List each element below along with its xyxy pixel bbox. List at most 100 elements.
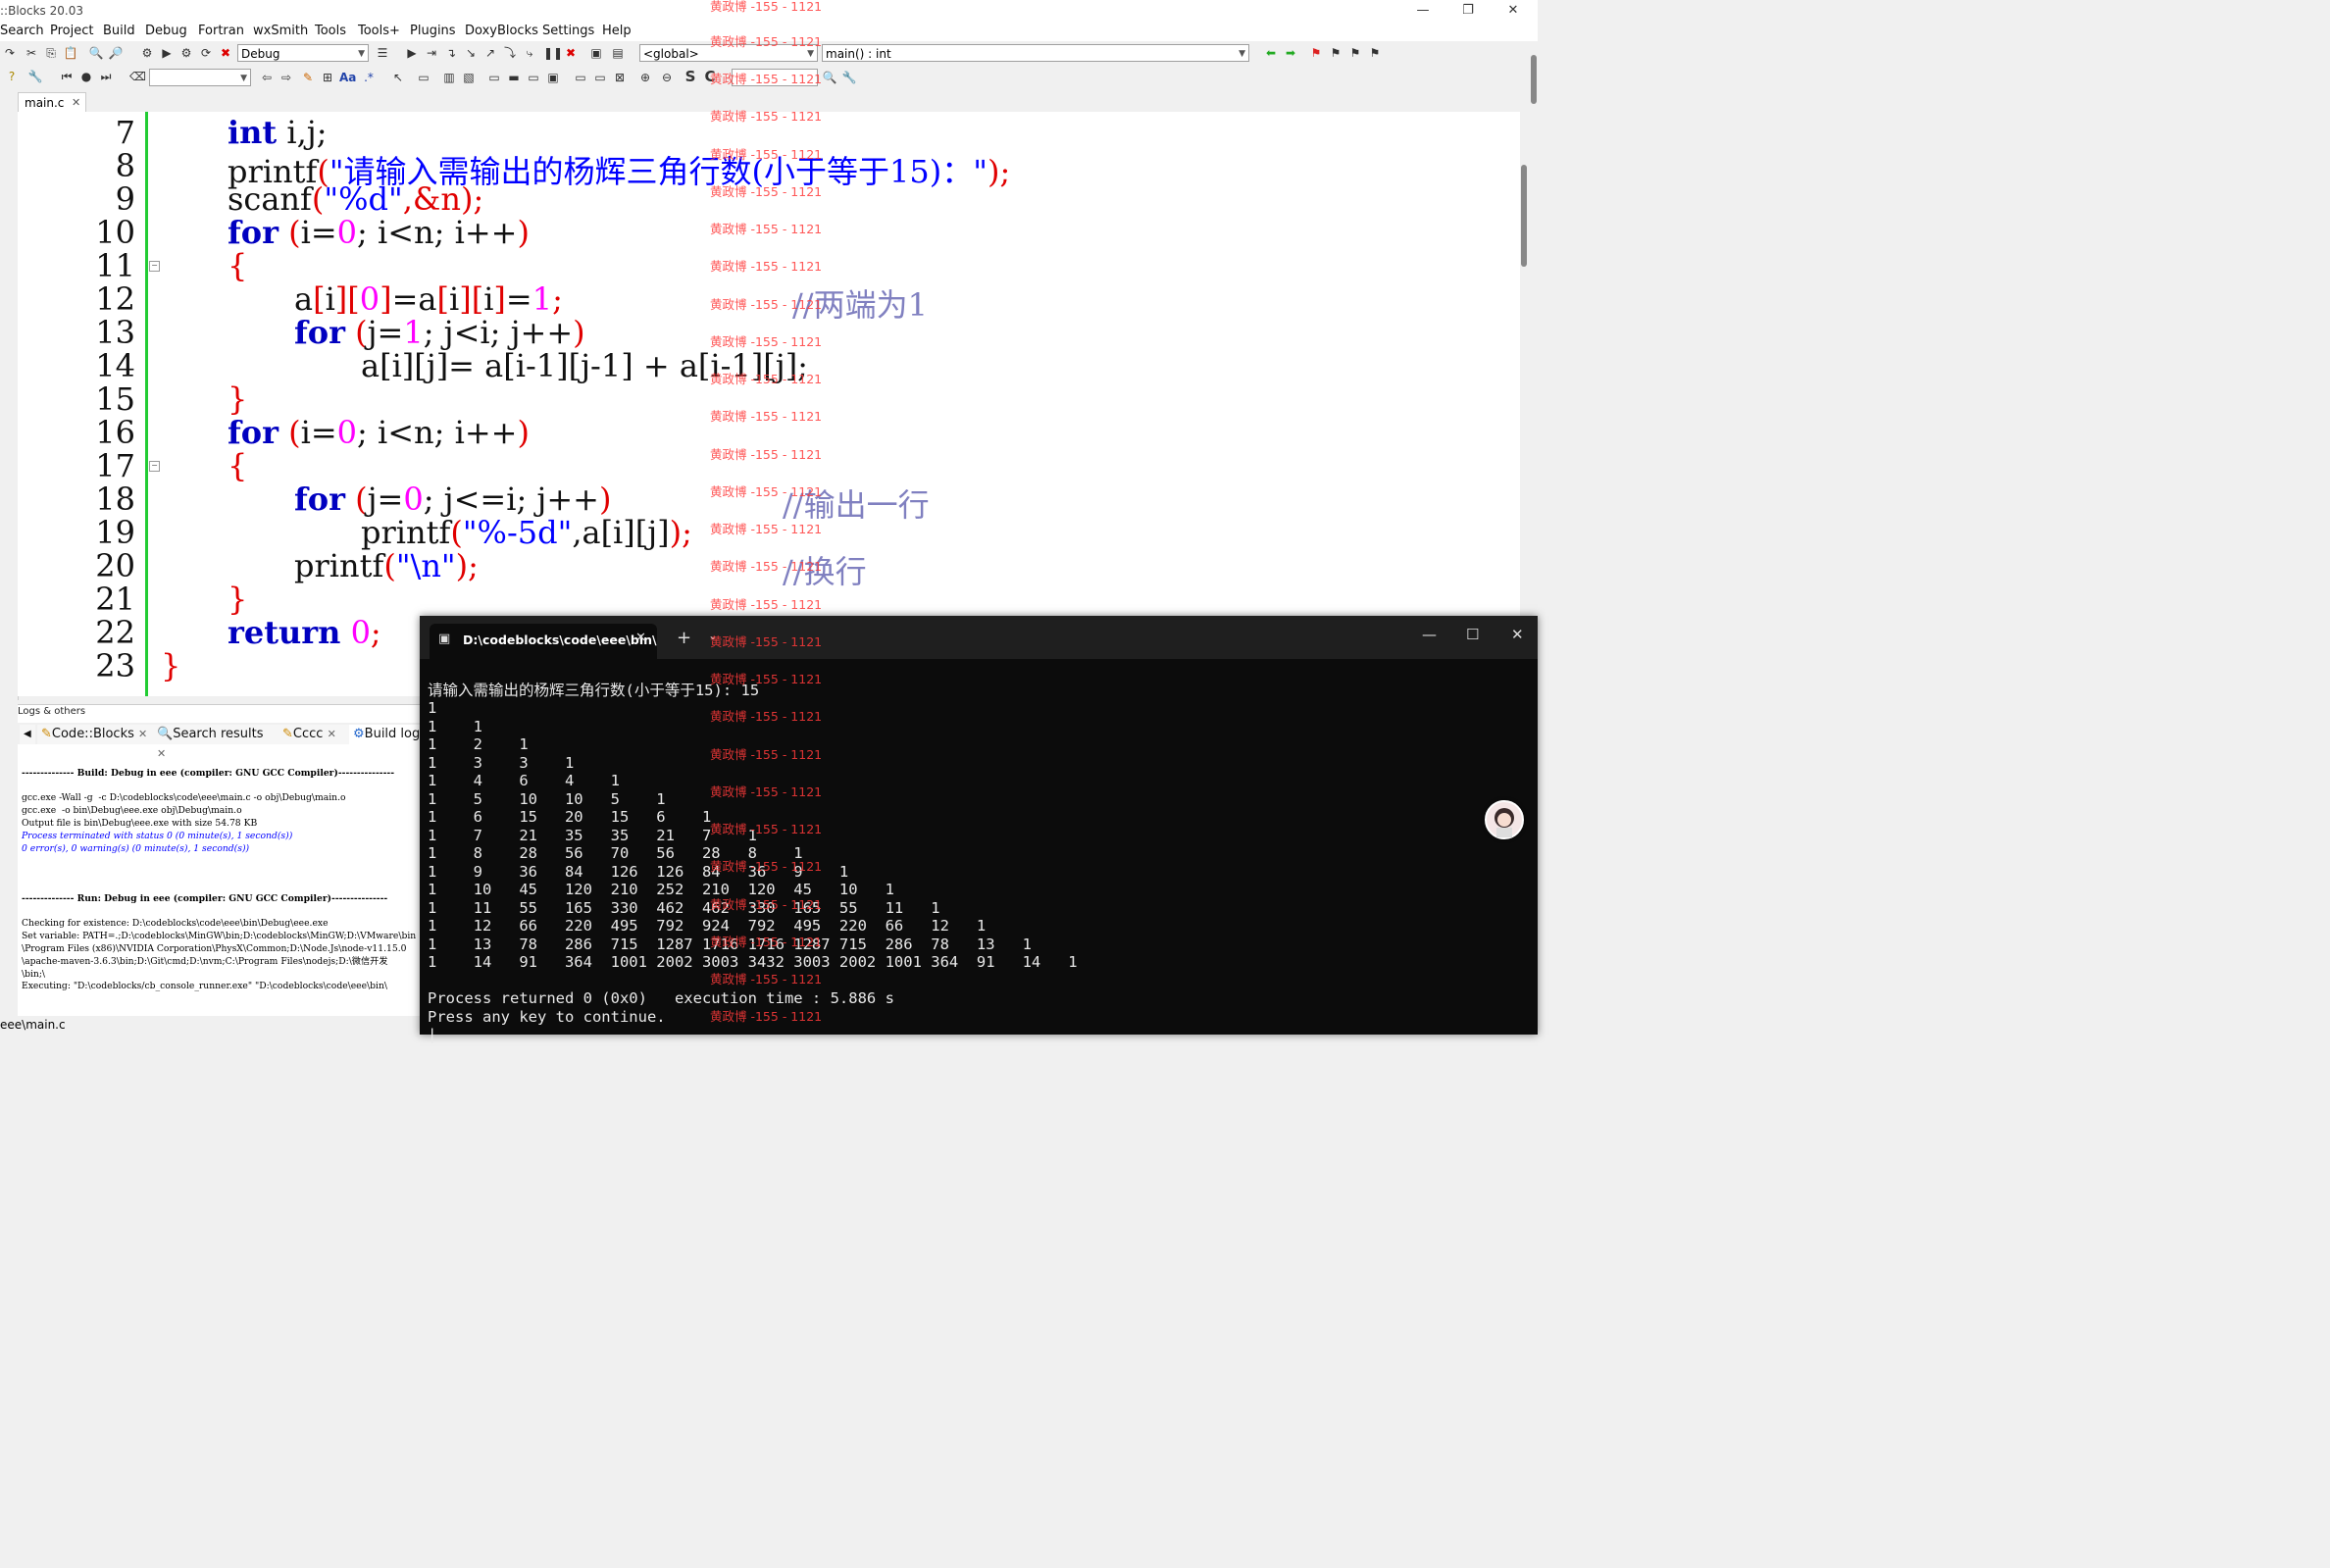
search-combo[interactable]: ▼	[149, 69, 251, 86]
tab-scroll-left-icon[interactable]: ◀	[20, 725, 35, 744]
abort-icon[interactable]: ✖	[218, 45, 233, 61]
debug-windows-icon[interactable]: ▣	[588, 45, 604, 61]
code-line-15: }	[228, 380, 248, 418]
next-instruction-icon[interactable]: ⤵	[502, 45, 518, 61]
toolbar-scroll-thumb[interactable]	[1531, 55, 1537, 104]
pause-icon[interactable]: ❚❚	[543, 45, 563, 61]
shape-f-icon[interactable]: ▣	[545, 70, 561, 85]
next-icon[interactable]: ⏭	[98, 69, 114, 84]
copy-icon[interactable]: ⎘	[43, 45, 59, 61]
run-icon[interactable]: ▶	[159, 45, 175, 61]
shape-i-icon[interactable]: ⊠	[612, 70, 628, 85]
redo-icon[interactable]: ↷	[2, 45, 18, 61]
s-icon[interactable]: S	[683, 69, 698, 84]
menu-fortran[interactable]: Fortran	[198, 24, 244, 38]
replace-icon[interactable]: 🔎	[108, 45, 124, 61]
highlight-icon[interactable]: ✎	[300, 70, 316, 85]
step-out-icon[interactable]: ↗	[482, 45, 498, 61]
console-tab[interactable]: ▣ D:\codeblocks\code\eee\bin\ ✕	[430, 624, 657, 659]
search-icon[interactable]: 🔍	[822, 70, 837, 85]
shape-rect-icon[interactable]: ▭	[416, 70, 431, 85]
bookmark-icon[interactable]: ⚑	[1308, 45, 1324, 61]
prev-icon[interactable]: ⏮	[59, 69, 75, 84]
number-literal: 1	[403, 314, 424, 351]
step-into-icon[interactable]: ↘	[463, 45, 479, 61]
step-instruction-icon[interactable]: ⤷	[522, 45, 537, 61]
next-bookmark-icon[interactable]: ⚑	[1347, 45, 1363, 61]
prev-bookmark-icon[interactable]: ⚑	[1328, 45, 1343, 61]
menu-doxyblocks[interactable]: DoxyBlocks	[465, 24, 538, 38]
fold-icon[interactable]: −	[149, 261, 160, 272]
cut-icon[interactable]: ✂	[24, 45, 39, 61]
rebuild-icon[interactable]: ⟳	[198, 45, 214, 61]
menu-search[interactable]: Search	[0, 24, 44, 38]
tab-search-results[interactable]: 🔍Search results ✕	[153, 725, 279, 760]
menu-tools-plus[interactable]: Tools+	[358, 24, 400, 38]
close-icon[interactable]: ✕	[72, 93, 80, 113]
function-select[interactable]: main() : int ▼	[822, 44, 1249, 62]
find-icon[interactable]: 🔍	[88, 45, 104, 61]
select-icon[interactable]: ⊞	[320, 70, 335, 85]
tab-codeblocks[interactable]: ✎Code::Blocks ✕	[37, 725, 155, 744]
info-icon[interactable]: ▤	[610, 45, 626, 61]
maximize-icon[interactable]: ☐	[1466, 626, 1479, 643]
new-tab-icon[interactable]: +	[677, 628, 691, 648]
zoom-in-icon[interactable]: ⊕	[637, 70, 653, 85]
clear-bookmarks-icon[interactable]: ⚑	[1367, 45, 1383, 61]
pointer-icon[interactable]: ↖	[390, 70, 406, 85]
menu-settings[interactable]: Settings	[542, 24, 594, 38]
shape-d-icon[interactable]: ▬	[506, 70, 522, 85]
run-to-cursor-icon[interactable]: ⇥	[424, 45, 439, 61]
regex-icon[interactable]: .*	[361, 70, 377, 85]
zoom-out-icon[interactable]: ⊖	[659, 70, 675, 85]
close-icon[interactable]: ✕	[138, 728, 147, 740]
close-icon[interactable]: ✕	[328, 728, 336, 740]
menu-build[interactable]: Build	[103, 24, 135, 38]
keyword: for	[294, 481, 345, 518]
log-icon[interactable]: ☰	[375, 45, 390, 61]
close-button[interactable]: ✕	[1491, 0, 1536, 22]
wrench-icon[interactable]: 🔧	[27, 69, 43, 84]
build-log-output[interactable]: -------------- Build: Debug in eee (comp…	[22, 755, 422, 1010]
minimize-icon[interactable]: —	[1422, 626, 1437, 643]
debug-run-icon[interactable]: ▶	[404, 45, 420, 61]
editor-scroll-thumb[interactable]	[1521, 165, 1527, 267]
shape-c-icon[interactable]: ▭	[486, 70, 502, 85]
assistant-avatar[interactable]	[1485, 800, 1524, 839]
match-case-icon[interactable]: Aa	[339, 70, 356, 85]
jump-back-icon[interactable]: ⬅	[1263, 45, 1279, 61]
tab-build-log[interactable]: ⚙Build log	[349, 725, 430, 744]
arrow-right-icon[interactable]: ⇨	[279, 70, 294, 85]
shape-g-icon[interactable]: ▭	[573, 70, 588, 85]
minimize-button[interactable]: —	[1400, 0, 1445, 22]
jump-forward-icon[interactable]: ➡	[1283, 45, 1298, 61]
help-icon[interactable]: ?	[4, 69, 20, 84]
next-line-icon[interactable]: ↴	[443, 45, 459, 61]
console-window[interactable]: ▣ D:\codeblocks\code\eee\bin\ ✕ + ⌄ — ☐ …	[420, 616, 1538, 1043]
tab-cccc[interactable]: ✎Cccc ✕	[279, 725, 351, 744]
arrow-left-icon[interactable]: ⇦	[259, 70, 275, 85]
shape-a-icon[interactable]: ▥	[441, 70, 457, 85]
menu-debug[interactable]: Debug	[145, 24, 187, 38]
paste-icon[interactable]: 📋	[63, 45, 78, 61]
restore-button[interactable]: ❐	[1445, 0, 1491, 22]
build-target-select[interactable]: Debug ▼	[237, 44, 369, 62]
menu-tools[interactable]: Tools	[315, 24, 346, 38]
fold-icon[interactable]: −	[149, 461, 160, 472]
menu-wxsmith[interactable]: wxSmith	[253, 24, 308, 38]
settings-wrench-icon[interactable]: 🔧	[841, 70, 857, 85]
shape-b-icon[interactable]: ▧	[461, 70, 477, 85]
record-icon[interactable]: ●	[78, 69, 94, 84]
menu-plugins[interactable]: Plugins	[410, 24, 456, 38]
build-run-icon[interactable]: ⚙	[178, 45, 194, 61]
stop-debug-icon[interactable]: ✖	[563, 45, 579, 61]
shape-h-icon[interactable]: ▭	[592, 70, 608, 85]
tab-main-c[interactable]: main.c ✕	[18, 92, 86, 112]
close-icon[interactable]: ✕	[635, 631, 646, 645]
clear-icon[interactable]: ⌫	[129, 69, 146, 84]
close-icon[interactable]: ✕	[1511, 626, 1524, 643]
shape-e-icon[interactable]: ▭	[526, 70, 541, 85]
build-icon[interactable]: ⚙	[139, 45, 155, 61]
menu-project[interactable]: Project	[50, 24, 93, 38]
menu-help[interactable]: Help	[602, 24, 632, 38]
